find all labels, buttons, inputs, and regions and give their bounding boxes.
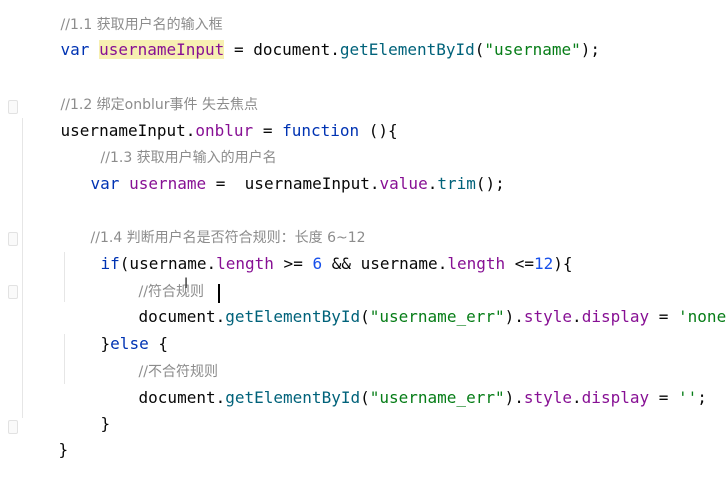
code-line: usernameInput.onblur = function (){: [60, 121, 398, 140]
function-trim: trim: [437, 174, 476, 193]
code-line: }else {: [100, 334, 168, 353]
code-line: //1.2 绑定onblur事件 失去焦点: [22, 68, 258, 113]
function-getElementById: getElementById: [339, 40, 475, 59]
property-display: display: [581, 307, 650, 326]
code-line: //1.1 获取用户名的输入框: [22, 0, 223, 33]
variable-username: username: [129, 174, 207, 193]
property-value: value: [379, 174, 428, 193]
string-literal: "username_err": [369, 388, 505, 407]
call-args: ("username");: [474, 40, 600, 59]
code-line: document.getElementById("username_err").…: [100, 281, 728, 326]
function-getElementById: getElementById: [225, 388, 361, 407]
property-length: length: [216, 254, 274, 273]
number-literal: 6: [312, 254, 323, 273]
fold-marker-icon[interactable]: [8, 420, 18, 434]
code-line: }: [100, 414, 111, 433]
property-style: style: [523, 307, 573, 326]
fold-marker-icon[interactable]: [8, 100, 18, 114]
keyword-function: function: [282, 121, 360, 140]
code-line: var username = usernameInput.value.trim(…: [90, 174, 505, 193]
code-line: var usernameInput = document.getElementB…: [60, 40, 600, 59]
fold-marker-icon[interactable]: [8, 232, 18, 246]
function-getElementById: get: [225, 307, 255, 326]
fold-marker-icon[interactable]: [8, 285, 18, 299]
code-line: document.getElementById("username_err").…: [138, 388, 707, 407]
keyword-var: var: [90, 174, 120, 193]
code-line: //符合规则: [100, 255, 204, 300]
code-line: if(username.length >= 6 && username.leng…: [100, 254, 573, 273]
code-editor[interactable]: //1.1 获取用户名的输入框 var usernameInput = docu…: [0, 0, 728, 459]
string-literal: "username_err": [369, 307, 505, 326]
string-literal: "username": [484, 40, 581, 59]
code-line: //1.3 获取用户输入的用户名: [62, 121, 277, 166]
code-line: //不合符规则: [100, 335, 218, 380]
string-literal: '': [678, 388, 698, 407]
variable-usernameInput: usernameInput: [99, 40, 225, 59]
keyword-var: var: [60, 40, 90, 59]
property-display: display: [581, 388, 650, 407]
string-literal: 'none': [678, 307, 728, 326]
property-style: style: [523, 388, 573, 407]
text-caret: [218, 284, 220, 303]
code-line: //1.4 判断用户名是否符合规则：长度 6~12: [52, 201, 366, 246]
property-length: length: [447, 254, 506, 273]
number-literal: 12: [534, 254, 554, 273]
code-line: }: [58, 440, 69, 459]
